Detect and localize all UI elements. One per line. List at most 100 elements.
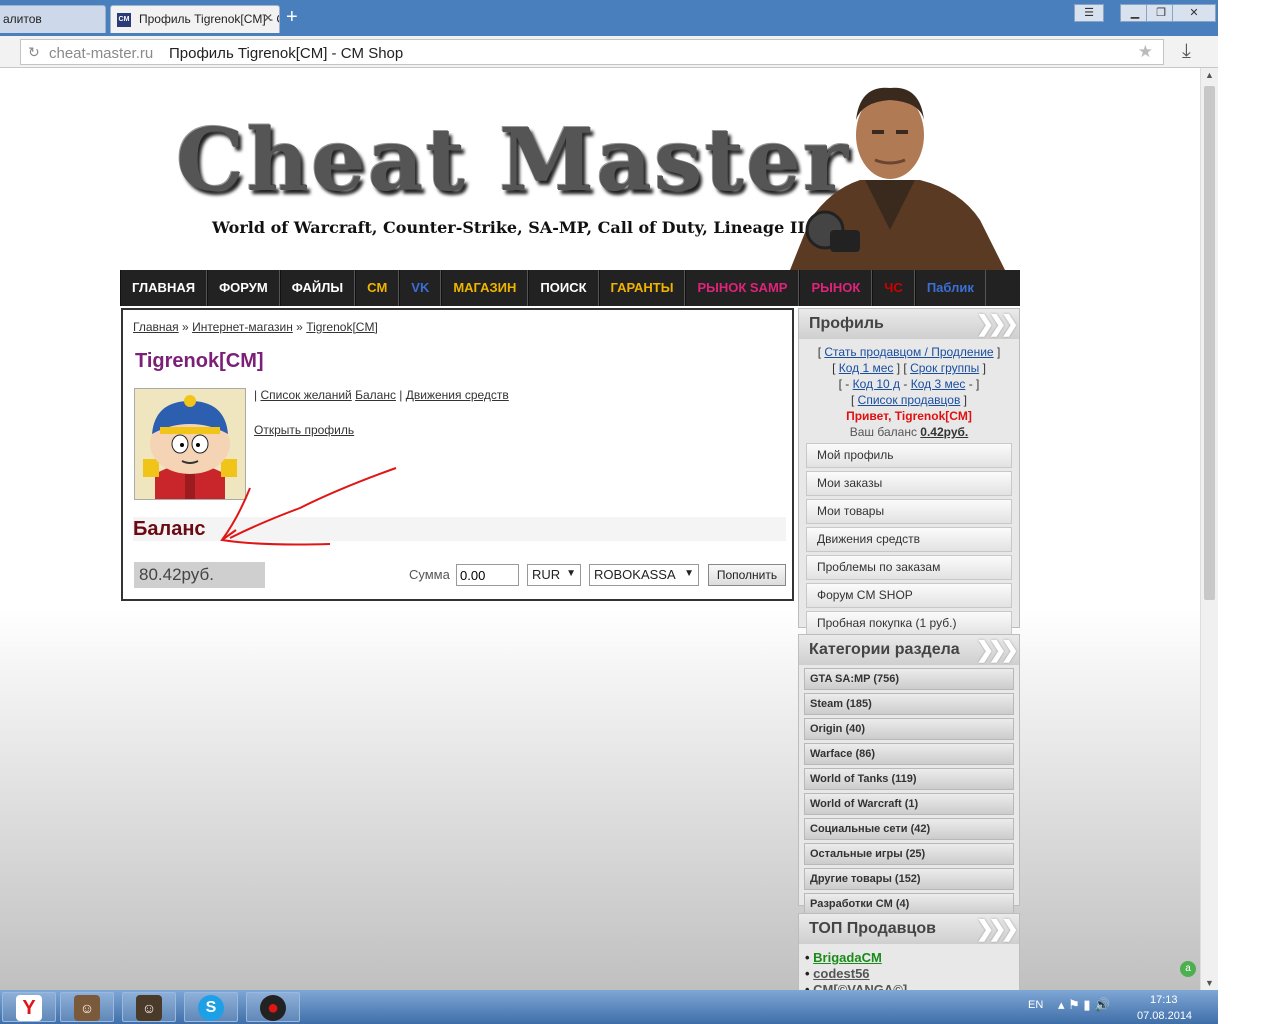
breadcrumb-shop[interactable]: Интернет-магазин	[192, 320, 293, 334]
scroll-down-icon[interactable]: ▼	[1205, 978, 1214, 988]
category-item[interactable]: World of Warcraft (1)	[804, 793, 1014, 815]
browser-tab-1[interactable]: алитов	[0, 5, 106, 33]
nav-item-0[interactable]: ГЛАВНАЯ	[120, 270, 208, 306]
category-item[interactable]: Steam (185)	[804, 693, 1014, 715]
sidebar-balance-value[interactable]: 0.42руб.	[920, 425, 968, 439]
seller-list-link[interactable]: Список продавцов	[858, 393, 961, 407]
sidebar-menu-item[interactable]: Мой профиль	[806, 443, 1012, 468]
chevrons-icon: ❯❯❯	[975, 637, 1019, 662]
close-icon[interactable]: ✕	[263, 11, 273, 25]
balance-amount: 80.42руб.	[134, 562, 265, 588]
system-tray-icons[interactable]: ▴ ⚑ ▮ 🔊	[1058, 997, 1110, 1013]
taskbar-recorder[interactable]: ●	[246, 992, 300, 1022]
sidebar-profile-title: Профиль ❯❯❯	[799, 309, 1019, 339]
sidebar-menu-item[interactable]: Мои заказы	[806, 471, 1012, 496]
desktop-background	[1218, 0, 1280, 990]
taskbar-yandex-browser[interactable]: Y	[2, 992, 56, 1022]
header-character-image	[790, 87, 1005, 270]
page-scrollbar[interactable]: ▲ ▼	[1200, 68, 1218, 990]
breadcrumb-profile[interactable]: Tigrenok[CM]	[306, 320, 378, 334]
avatar	[134, 388, 246, 500]
payment-gateway-select[interactable]: ROBOKASSA ▼	[589, 564, 699, 586]
download-icon[interactable]: ⤓	[1182, 40, 1191, 63]
sidebar-menu-item[interactable]: Пробная покупка (1 руб.)	[806, 611, 1012, 636]
category-item[interactable]: Разработки CM (4)	[804, 893, 1014, 915]
nav-item-10[interactable]: ЧС	[872, 270, 915, 306]
sidebar-profile-box: Профиль ❯❯❯ [ Стать продавцом / Продлени…	[798, 308, 1020, 636]
browser-tab-active[interactable]: CM Профиль Tigrenok[CM] - CM Shop ✕	[110, 5, 280, 33]
top-sellers-list: • BrigadaCM • codest56 • CM[©VANGA©]	[799, 944, 1019, 990]
chevrons-icon: ❯❯❯	[975, 311, 1019, 336]
wishlist-link[interactable]: Список желаний	[260, 388, 351, 402]
sidebar-menu: Мой профиль Мои заказы Мои товары Движения …	[799, 443, 1019, 636]
category-item[interactable]: GTA SA:MP (756)	[804, 668, 1014, 690]
clock-date[interactable]: 07.08.2014	[1137, 1010, 1192, 1022]
yandex-icon: Y	[16, 995, 42, 1021]
category-item[interactable]: World of Tanks (119)	[804, 768, 1014, 790]
nav-item-6[interactable]: ПОИСК	[528, 270, 599, 306]
group-term-link[interactable]: Срок группы	[910, 361, 979, 375]
balance-link[interactable]: Баланс	[355, 388, 396, 402]
language-indicator[interactable]: EN	[1028, 999, 1043, 1011]
scroll-up-icon[interactable]: ▲	[1205, 70, 1214, 80]
seller-link[interactable]: CM[©VANGA©]	[813, 982, 907, 990]
sidebar-menu-item[interactable]: Форум CM SHOP	[806, 583, 1012, 608]
sidebar-profile-title-text: Профиль	[809, 315, 884, 332]
seller-link[interactable]: codest56	[813, 966, 869, 981]
nav-item-4[interactable]: VK	[399, 270, 442, 306]
code-3m-link[interactable]: Код 3 мес	[911, 377, 966, 391]
topup-button[interactable]: Пополнить	[708, 564, 786, 586]
omnibox[interactable]: ↻ cheat-master.ru Профиль Tigrenok[CM] -…	[20, 39, 1164, 65]
currency-select[interactable]: RUR ▼	[527, 564, 581, 586]
nav-item-8[interactable]: РЫНОК SAMP	[685, 270, 800, 306]
scroll-thumb[interactable]	[1204, 86, 1215, 600]
site-tagline: World of Warcraft, Counter-Strike, SA-MP…	[212, 218, 805, 237]
new-tab-button[interactable]: +	[286, 6, 298, 28]
adguard-icon[interactable]: a	[1180, 961, 1196, 977]
nav-item-11[interactable]: Паблик	[914, 270, 986, 306]
category-list: GTA SA:MP (756) Steam (185) Origin (40) War…	[799, 668, 1019, 915]
open-profile-link[interactable]: Открыть профиль	[254, 423, 354, 437]
nav-item-5[interactable]: МАГАЗИН	[441, 270, 529, 306]
reload-icon[interactable]: ↻	[28, 44, 40, 61]
category-item[interactable]: Origin (40)	[804, 718, 1014, 740]
nav-item-7[interactable]: ГАРАНТЫ	[598, 270, 686, 306]
category-item[interactable]: Остальные игры (25)	[804, 843, 1014, 865]
breadcrumb-home[interactable]: Главная	[133, 320, 179, 334]
close-window-button[interactable]: ✕	[1172, 4, 1216, 22]
sidebar-categories-title-text: Категории раздела	[809, 641, 960, 658]
site-logo[interactable]: Cheat Master	[176, 110, 850, 211]
sidebar-menu-item[interactable]: Проблемы по заказам	[806, 555, 1012, 580]
taskbar-game-2[interactable]: ☺	[122, 992, 176, 1022]
page-viewport: Cheat Master World of Warcraft, Counter-…	[0, 68, 1200, 990]
sidebar-categories-box: Категории раздела ❯❯❯ GTA SA:MP (756) Ste…	[798, 634, 1020, 915]
code-1m-link[interactable]: Код 1 мес	[839, 361, 894, 375]
skype-icon: S	[198, 995, 224, 1021]
page-title: Tigrenok[CM]	[135, 350, 264, 372]
sidebar-menu-item[interactable]: Движения средств	[806, 527, 1012, 552]
code-10d-link[interactable]: Код 10 д	[853, 377, 900, 391]
category-item[interactable]: Другие товары (152)	[804, 868, 1014, 890]
record-icon: ●	[260, 995, 286, 1021]
clock-time[interactable]: 17:13	[1150, 994, 1178, 1006]
nav-item-9[interactable]: РЫНОК	[799, 270, 873, 306]
sidebar-balance-line: Ваш баланс 0.42руб.	[799, 424, 1019, 440]
game-character-icon: ☺	[74, 995, 100, 1021]
nav-item-3[interactable]: CM	[355, 270, 400, 306]
nav-item-1[interactable]: ФОРУМ	[207, 270, 280, 306]
seller-link[interactable]: BrigadaCM	[813, 950, 882, 965]
nav-item-2[interactable]: ФАЙЛЫ	[279, 270, 356, 306]
category-item[interactable]: Социальные сети (42)	[804, 818, 1014, 840]
transactions-link[interactable]: Движения средств	[406, 388, 509, 402]
menu-icon[interactable]: ☰	[1074, 4, 1104, 22]
sum-input[interactable]	[456, 564, 519, 586]
category-item[interactable]: Warface (86)	[804, 743, 1014, 765]
become-seller-link[interactable]: Стать продавцом / Продление	[824, 345, 993, 359]
seller-links: [ Стать продавцом / Продление ] [ Код 1 …	[799, 339, 1019, 440]
taskbar-skype[interactable]: S	[184, 992, 238, 1022]
seller-item: • codest56	[805, 966, 870, 981]
breadcrumb-sep: »	[296, 320, 303, 334]
bookmark-star-icon[interactable]: ★	[1138, 42, 1153, 62]
sidebar-menu-item[interactable]: Мои товары	[806, 499, 1012, 524]
taskbar-game-1[interactable]: ☺	[60, 992, 114, 1022]
